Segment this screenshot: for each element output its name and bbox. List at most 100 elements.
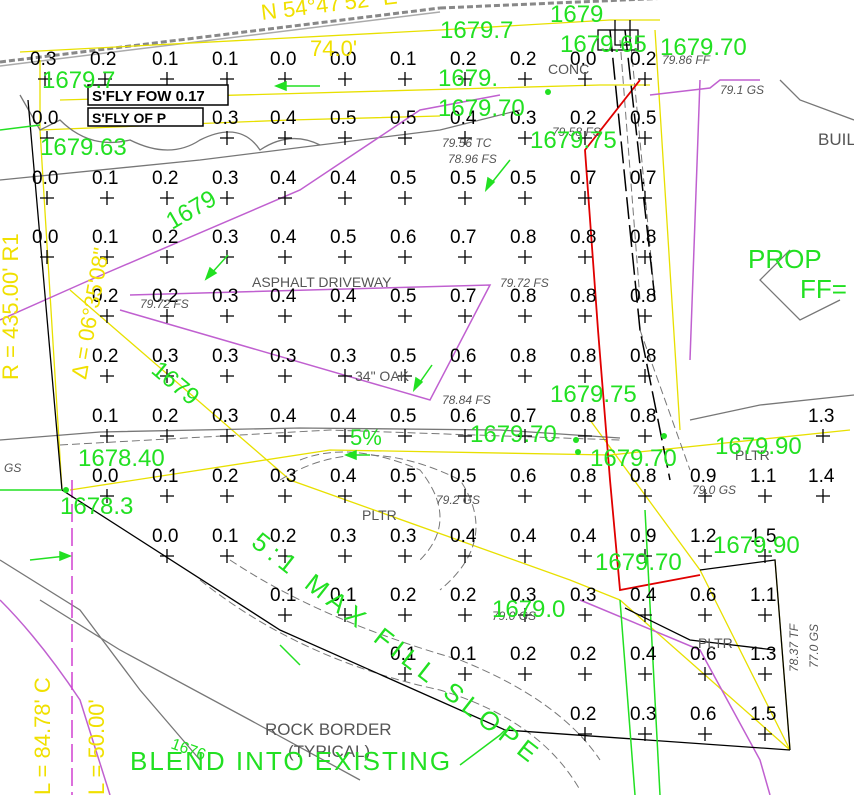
proposed-elevation-label: 1679.70 bbox=[595, 549, 682, 576]
grade-spot-value: 1.1 bbox=[750, 585, 776, 606]
grade-spot-value: 0.1 bbox=[270, 585, 296, 606]
grade-spot-value: 0.0 bbox=[32, 227, 58, 248]
proposed-elevation-label: 1679.7 bbox=[42, 67, 115, 94]
proposed-elevation-label: 1679.90 bbox=[715, 433, 802, 460]
grade-spot-value: 0.2 bbox=[152, 168, 178, 189]
radius-label: R = 435.00' R1 bbox=[0, 233, 23, 380]
proposed-elevation-label: 1679.70 bbox=[438, 95, 525, 122]
grade-spot-value: 0.3 bbox=[212, 286, 238, 307]
arc-length-1: L = 84.78' C bbox=[30, 677, 55, 795]
grade-spot-value: 0.2 bbox=[212, 466, 238, 487]
grade-spot-value: 1.1 bbox=[750, 466, 776, 487]
grade-spot-value: 0.2 bbox=[510, 49, 536, 70]
grade-spot-marker bbox=[638, 667, 652, 681]
gs-label-3: 79.2 GS bbox=[436, 493, 480, 507]
grade-spot-value: 0.9 bbox=[630, 526, 656, 547]
grade-spot-marker bbox=[338, 309, 352, 323]
grade-spot-value: 0.8 bbox=[570, 346, 596, 367]
grade-spot-value: 0.3 bbox=[390, 526, 416, 547]
grade-spot-marker bbox=[638, 429, 652, 443]
proposed-elevation-label: 1679.65 bbox=[560, 31, 647, 58]
grade-spot-marker bbox=[638, 72, 652, 86]
grade-spot-marker bbox=[160, 489, 174, 503]
grade-spot-value: 0.8 bbox=[570, 227, 596, 248]
grade-spot-marker bbox=[338, 369, 352, 383]
grade-spot-marker bbox=[578, 667, 592, 681]
grade-spot-value: 0.3 bbox=[570, 585, 596, 606]
grade-spot-value: 0.5 bbox=[390, 346, 416, 367]
grade-spot-value: 0.5 bbox=[450, 466, 476, 487]
grade-spot-marker bbox=[40, 191, 54, 205]
grade-spot-marker bbox=[100, 191, 114, 205]
arc-length-2: L = 50.00' bbox=[84, 699, 109, 795]
grade-spot-marker bbox=[100, 369, 114, 383]
proposed-elevation-label: 1679.70 bbox=[660, 34, 747, 61]
bearing-label: N 54°47'52" E bbox=[260, 0, 399, 25]
gs-label-1: GS bbox=[4, 461, 21, 475]
grade-spot-value: 0.8 bbox=[630, 286, 656, 307]
grade-spot-value: 0.1 bbox=[212, 526, 238, 547]
grade-spot-value: 0.3 bbox=[630, 704, 656, 725]
grade-spot-marker bbox=[518, 489, 532, 503]
grade-spot-marker bbox=[698, 549, 712, 563]
grade-spot-marker bbox=[518, 191, 532, 205]
grade-spot-value: 0.8 bbox=[570, 286, 596, 307]
grade-spot-value: 0.1 bbox=[212, 49, 238, 70]
fs-label-2: 79.72 FS bbox=[500, 276, 549, 290]
asphalt-driveway-label: ASPHALT DRIVEWAY bbox=[252, 274, 392, 290]
grade-spot-marker bbox=[518, 250, 532, 264]
grade-spot-marker bbox=[578, 309, 592, 323]
oak-tree-label: 34" OAK bbox=[355, 368, 410, 384]
grade-spot-value: 0.2 bbox=[390, 585, 416, 606]
gs-label-4: 79.0 GS bbox=[692, 483, 736, 497]
grade-spot-value: 0.4 bbox=[330, 406, 357, 427]
grade-spot-marker bbox=[398, 72, 412, 86]
grade-spot-marker bbox=[338, 250, 352, 264]
grade-spot-marker bbox=[578, 608, 592, 622]
grade-spot-value: 1.4 bbox=[808, 466, 835, 487]
grade-spot-marker bbox=[220, 72, 234, 86]
tc-label: 79.56 TC bbox=[442, 136, 492, 150]
grade-spot-value: 0.6 bbox=[510, 466, 536, 487]
grade-spot-value: 0.3 bbox=[212, 108, 238, 129]
grade-spot-marker bbox=[398, 131, 412, 145]
grade-spot-value: 0.4 bbox=[270, 108, 297, 129]
grade-spot-value: 0.2 bbox=[450, 585, 476, 606]
grade-spot-marker bbox=[578, 549, 592, 563]
grade-spot-value: 0.7 bbox=[450, 286, 476, 307]
rock-border-label: ROCK BORDER bbox=[265, 720, 392, 739]
grade-spot-value: 0.5 bbox=[390, 406, 416, 427]
fs-label-5: 79.72 FS bbox=[140, 297, 189, 311]
grade-spot-value: 0.3 bbox=[212, 406, 238, 427]
grade-spot-value: 1.3 bbox=[750, 644, 776, 665]
grade-spot-value: 0.4 bbox=[450, 526, 477, 547]
proposed-elevation-label: 1679.70 bbox=[470, 421, 557, 448]
grade-spot-marker bbox=[100, 429, 114, 443]
grade-spot-marker bbox=[160, 309, 174, 323]
building-label: BUIL bbox=[818, 130, 854, 149]
grade-spot-value: 0.5 bbox=[390, 108, 416, 129]
proposed-elevation-label: 1679 bbox=[550, 1, 603, 28]
grade-spot-marker bbox=[816, 489, 830, 503]
tf-label: 78.37 TF bbox=[787, 623, 801, 672]
grade-spot-marker bbox=[278, 489, 292, 503]
grade-spot-value: 0.0 bbox=[32, 108, 58, 129]
grade-spot-value: 0.1 bbox=[92, 168, 118, 189]
proposed-elevation-label: 1679. bbox=[438, 65, 498, 92]
grade-spot-value: 0.6 bbox=[690, 585, 716, 606]
grade-spot-value: 0.4 bbox=[510, 526, 537, 547]
grade-spot-marker bbox=[398, 250, 412, 264]
grade-spot-value: 0.8 bbox=[630, 406, 656, 427]
grade-spot-marker bbox=[518, 309, 532, 323]
grade-spot-value: 1.5 bbox=[750, 704, 776, 725]
grade-spot-value: 0.6 bbox=[450, 346, 476, 367]
grade-spot-marker bbox=[398, 429, 412, 443]
grade-spot-marker bbox=[160, 191, 174, 205]
grade-spot-marker bbox=[220, 489, 234, 503]
grade-spot-marker bbox=[278, 191, 292, 205]
grade-spot-value: 0.1 bbox=[450, 644, 476, 665]
grade-spot-value: 0.5 bbox=[330, 227, 356, 248]
grade-spot-marker bbox=[278, 429, 292, 443]
grade-spot-marker bbox=[278, 131, 292, 145]
grade-spot-marker bbox=[518, 72, 532, 86]
